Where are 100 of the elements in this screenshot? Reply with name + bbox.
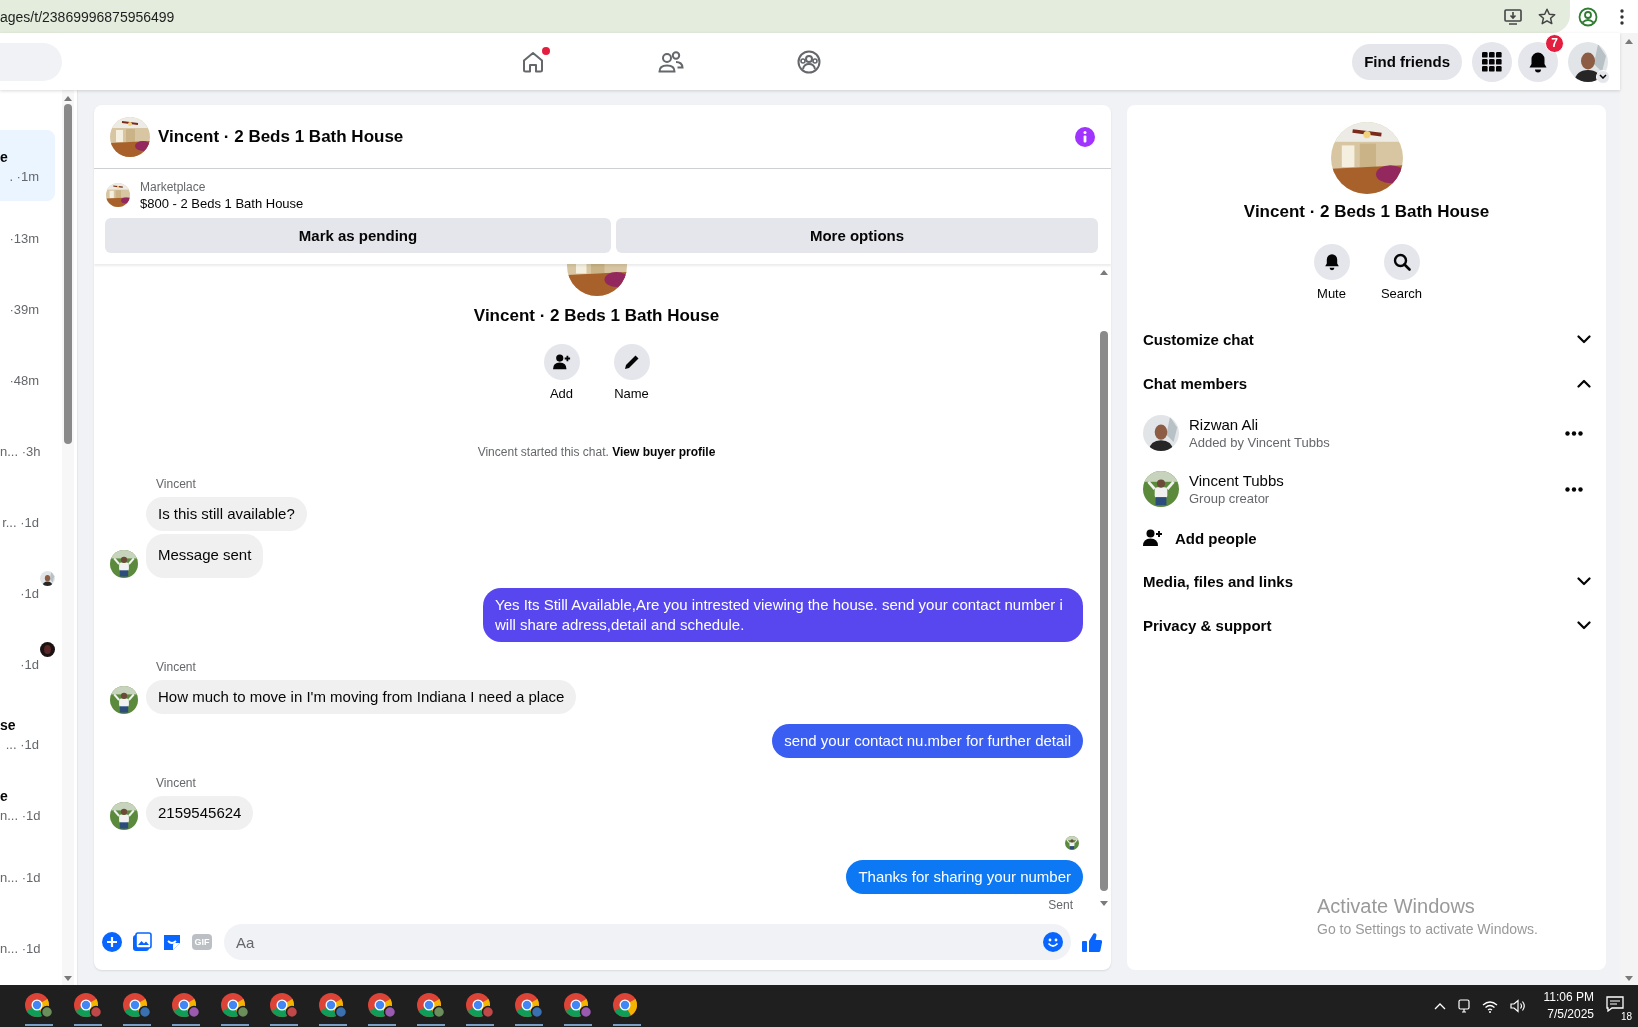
conversation-preview: r... ·1d — [1, 514, 39, 530]
browser-icon[interactable] — [24, 992, 54, 1020]
info-icon[interactable] — [1075, 126, 1095, 147]
section-header[interactable]: Chat members — [1127, 361, 1606, 405]
conversation-item[interactable]: ·48m — [0, 343, 55, 414]
chevron-down-icon[interactable] — [1577, 620, 1591, 630]
browser-icon[interactable] — [367, 992, 397, 1020]
mute-button[interactable] — [1313, 244, 1350, 280]
conversation-item[interactable]: e n... ·1d — [0, 769, 55, 840]
browser-icon[interactable] — [318, 992, 348, 1020]
chevron-down-icon[interactable] — [1577, 334, 1591, 344]
groups-icon[interactable] — [797, 49, 821, 74]
conversation-item[interactable]: ·13m — [0, 201, 55, 272]
message-field[interactable]: Aa — [224, 924, 1071, 960]
volume-icon[interactable] — [1509, 999, 1526, 1013]
browser-icon[interactable] — [220, 992, 250, 1020]
search-icon — [1392, 253, 1411, 271]
device-icon[interactable] — [1457, 999, 1470, 1013]
clock-time[interactable]: 11:06 PM — [1543, 989, 1594, 1006]
browser-icon[interactable] — [416, 992, 446, 1020]
clock-date[interactable]: 7/5/2025 — [1547, 1006, 1594, 1023]
browser-icon[interactable] — [563, 992, 593, 1020]
conversation-item[interactable]: r... ·1d — [0, 485, 55, 556]
browser-icon[interactable] — [73, 992, 103, 1020]
conversation-name: Vincent · 2 Beds 1 Bath House — [473, 306, 720, 326]
member-name: Rizwan Ali — [1189, 416, 1260, 433]
browser-icon[interactable] — [269, 992, 299, 1020]
conversation-preview: n... ·1d — [0, 807, 39, 823]
menu-icon[interactable] — [1620, 8, 1624, 25]
conversation-preview: n... ·3h — [0, 443, 39, 459]
scrollbar[interactable] — [62, 90, 74, 985]
find-friends-button[interactable]: Find friends — [1352, 43, 1462, 80]
menu-button[interactable] — [1472, 41, 1512, 82]
action-label: Name — [614, 386, 649, 401]
emoji-icon[interactable] — [1043, 932, 1063, 952]
star-icon[interactable] — [1538, 8, 1556, 25]
conversation-preview: . ·1m — [8, 168, 39, 184]
browser-icon[interactable] — [465, 992, 495, 1020]
notifications-icon[interactable] — [1606, 996, 1624, 1012]
listing-title[interactable]: $800 - 2 Beds 1 Bath House — [140, 195, 304, 211]
incoming-message: How much to move in I'm moving from Indiana I need a place — [146, 680, 577, 714]
conversation-title: e — [0, 147, 9, 166]
add-people-item[interactable]: Add people — [1127, 517, 1606, 559]
sticker-icon[interactable] — [162, 932, 182, 952]
notification-count: 18 — [1620, 1011, 1632, 1022]
member-name: Vincent Tubbs — [1189, 472, 1285, 489]
buyer-profile-link[interactable]: View buyer profile — [612, 445, 716, 459]
conversation-item[interactable]: ·1d — [0, 556, 55, 627]
bell-icon — [1323, 253, 1340, 271]
plus-icon[interactable] — [102, 932, 122, 952]
add-button[interactable] — [543, 344, 580, 380]
conversation-item[interactable]: n... ·1d — [0, 911, 55, 982]
browser-icon[interactable] — [514, 992, 544, 1020]
section-header[interactable]: Privacy & support — [1127, 603, 1606, 647]
chat-title: Vincent · 2 Beds 1 Bath House — [158, 126, 405, 147]
outgoing-message: Thanks for sharing your number — [846, 860, 1083, 894]
browser-icon[interactable] — [171, 992, 201, 1020]
conversation-item[interactable]: n... ·1d — [0, 840, 55, 911]
sender-name: Vincent — [156, 477, 197, 491]
section-header[interactable]: Media, files and links — [1127, 559, 1606, 603]
conversation-preview: ·39m — [8, 301, 39, 317]
more-icon[interactable] — [1565, 486, 1583, 492]
conversation-item[interactable]: ·39m — [0, 272, 55, 343]
conversation-item[interactable]: ·1d — [0, 627, 55, 698]
section-title: Media, files and links — [1143, 572, 1294, 590]
profile-icon[interactable] — [1578, 6, 1598, 27]
pencil-icon — [622, 353, 641, 371]
scrollbar[interactable] — [1620, 33, 1638, 985]
home-icon[interactable] — [521, 49, 545, 74]
incoming-message: Message sent — [146, 534, 264, 578]
mark-pending-button[interactable]: Mark as pending — [105, 218, 611, 253]
chevron-up-icon[interactable] — [1577, 378, 1591, 388]
conversation-item[interactable]: e . ·1m — [0, 130, 55, 201]
chevron-down-icon[interactable] — [1577, 576, 1591, 586]
conversation-item[interactable]: n... ·3h — [0, 414, 55, 485]
action-label: Search — [1380, 286, 1423, 301]
more-options-button[interactable]: More options — [616, 218, 1098, 253]
browser-icon[interactable] — [122, 992, 152, 1020]
thumbs-up-icon[interactable] — [1081, 931, 1103, 953]
more-icon[interactable] — [1565, 430, 1583, 436]
conversation-item[interactable]: se ... ·1d — [0, 698, 55, 769]
outgoing-message: send your contact nu.mber for further detail — [772, 724, 1083, 758]
activation-notice-title: Activate Windows — [1317, 895, 1476, 918]
photo-icon[interactable] — [132, 932, 152, 952]
chat-start-note: Vincent started this chat. View buyer profile — [477, 445, 716, 459]
sender-name: Vincent — [156, 776, 197, 790]
conversation-preview: ·48m — [8, 372, 39, 388]
name-button[interactable] — [613, 344, 650, 380]
conversation-preview: n... ·1d — [0, 869, 39, 885]
search-button[interactable] — [1383, 244, 1420, 280]
wifi-icon[interactable] — [1481, 999, 1498, 1013]
conversation-preview: n... ·1d — [0, 940, 39, 956]
outgoing-message: Yes Its Still Available,Are you intrested viewing the house. send your contact number i will share adress,detail and schedule. — [483, 588, 1083, 642]
section-header[interactable]: Customize chat — [1127, 317, 1606, 361]
friends-icon[interactable] — [658, 50, 684, 73]
conversation-title: e — [0, 786, 9, 805]
member-role: Group creator — [1189, 491, 1271, 506]
message-status: Sent — [1047, 898, 1074, 912]
section-title: Customize chat — [1143, 330, 1254, 348]
install-icon[interactable] — [1504, 8, 1522, 25]
